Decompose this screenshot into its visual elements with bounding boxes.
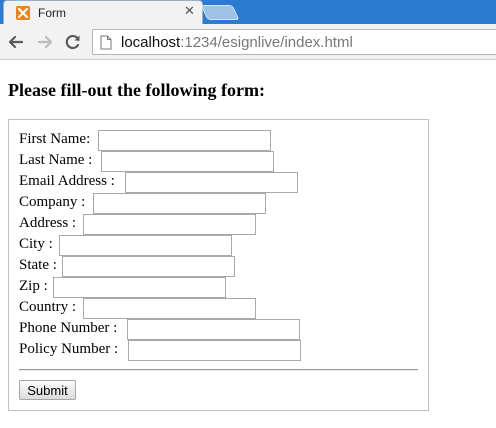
form-divider bbox=[19, 369, 418, 371]
zip-input[interactable] bbox=[53, 277, 226, 298]
policy-number-label: Policy Number : bbox=[19, 341, 119, 357]
url-path: :1234/esignlive/index.html bbox=[180, 34, 353, 51]
submit-button[interactable]: Submit bbox=[19, 380, 76, 400]
page-icon bbox=[100, 35, 112, 50]
first-name-input[interactable] bbox=[98, 130, 271, 151]
company-input[interactable] bbox=[93, 193, 266, 214]
zip-label: Zip : bbox=[19, 278, 48, 294]
state-label: State : bbox=[19, 257, 57, 273]
reload-icon[interactable] bbox=[63, 32, 83, 52]
url-host: localhost bbox=[121, 34, 181, 51]
last-name-label: Last Name : bbox=[19, 152, 93, 168]
city-label: City : bbox=[19, 236, 53, 252]
address-label: Address : bbox=[19, 215, 77, 231]
country-label: Country : bbox=[19, 299, 77, 315]
company-label: Company : bbox=[19, 194, 86, 210]
browser-toolbar: localhost:1234/esignlive/index.html bbox=[0, 24, 496, 60]
state-input[interactable] bbox=[62, 256, 235, 277]
email-input[interactable] bbox=[125, 172, 298, 193]
address-bar[interactable]: localhost:1234/esignlive/index.html bbox=[92, 29, 496, 55]
forward-arrow-icon[interactable] bbox=[35, 32, 55, 52]
browser-tab[interactable]: Form ✕ bbox=[3, 0, 203, 24]
back-arrow-icon[interactable] bbox=[6, 32, 26, 52]
phone-number-label: Phone Number : bbox=[19, 320, 118, 336]
address-input[interactable] bbox=[83, 214, 256, 235]
tab-title: Form bbox=[38, 6, 66, 20]
last-name-input[interactable] bbox=[101, 151, 274, 172]
first-name-label: First Name: bbox=[19, 131, 91, 147]
xampp-icon bbox=[16, 6, 30, 20]
tab-strip: Form ✕ bbox=[0, 0, 496, 24]
page-heading: Please fill-out the following form: bbox=[8, 80, 265, 100]
new-tab-button[interactable] bbox=[200, 5, 240, 20]
city-input[interactable] bbox=[59, 235, 232, 256]
country-input[interactable] bbox=[83, 298, 256, 319]
close-icon[interactable]: ✕ bbox=[184, 4, 195, 19]
url-text: localhost:1234/esignlive/index.html bbox=[121, 34, 353, 51]
phone-number-input[interactable] bbox=[127, 319, 300, 340]
signup-form: First Name: Last Name : Email Address : … bbox=[8, 119, 429, 411]
email-label: Email Address : bbox=[19, 173, 115, 189]
policy-number-input[interactable] bbox=[128, 340, 301, 361]
